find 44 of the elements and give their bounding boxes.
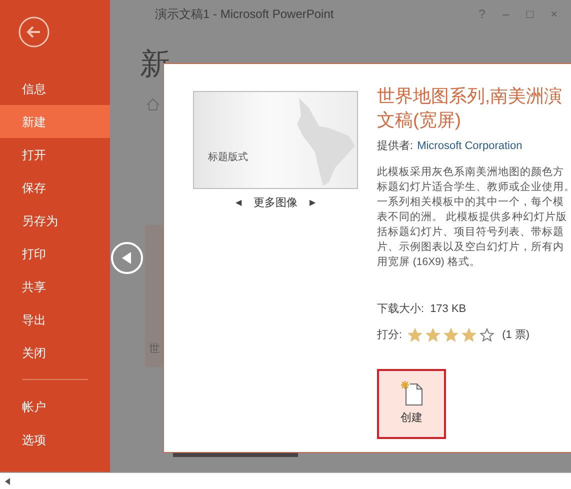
size-value: 173 KB: [430, 302, 466, 316]
sidebar-item[interactable]: 帐户: [0, 390, 110, 423]
description-line: 表不同的洲。 此模板提供多种幻灯片版: [377, 210, 568, 224]
sidebar-item[interactable]: 保存: [0, 171, 110, 204]
filled-star-icon[interactable]: [444, 328, 458, 342]
filled-star-icon[interactable]: [426, 328, 440, 342]
provider-label: 提供者:: [377, 139, 414, 154]
rating-label: 打分:: [377, 328, 402, 343]
previous-image-button[interactable]: ◀: [236, 197, 242, 210]
filled-star-icon[interactable]: [408, 328, 422, 342]
template-title-line: 文稿(宽屏): [377, 109, 462, 132]
sidebar-item[interactable]: 打开: [0, 138, 110, 171]
description-line: 括标题幻灯片、项目符号列表、带标题: [377, 224, 565, 240]
back-icon[interactable]: [18, 16, 50, 48]
sidebar-item[interactable]: 新建: [0, 105, 110, 138]
more-images-label: 更多图像: [254, 196, 298, 211]
description-line: 用宽屏 (16X9) 格式。: [377, 254, 482, 270]
template-title-line: 世界地图系列,南美洲演: [377, 85, 564, 108]
filled-star-icon[interactable]: [462, 328, 476, 342]
left-arrow-icon: [122, 252, 132, 264]
empty-star-icon[interactable]: [480, 328, 494, 342]
sidebar-item[interactable]: 选项: [0, 423, 110, 456]
sidebar-item[interactable]: 打印: [0, 237, 110, 270]
size-label: 下载大小:: [377, 302, 424, 316]
provider-link[interactable]: Microsoft Corporation: [417, 138, 522, 154]
sidebar-item[interactable]: 共享: [0, 270, 110, 303]
sidebar-item[interactable]: 关闭: [0, 336, 110, 369]
new-document-icon: [400, 380, 424, 406]
sidebar-item[interactable]: 导出: [0, 303, 110, 336]
create-button[interactable]: 创建: [377, 368, 446, 438]
sidebar-item[interactable]: 信息: [0, 72, 110, 105]
vote-count: (1 票): [502, 328, 530, 343]
next-image-button[interactable]: ▶: [310, 197, 316, 210]
home-icon[interactable]: [146, 98, 160, 111]
window-title: 演示文稿1 - Microsoft PowerPoint: [155, 6, 334, 23]
description-line: 标题幻灯片适合学生、教师或企业使用。: [377, 180, 571, 194]
scroll-left-icon[interactable]: [5, 478, 10, 484]
previous-button[interactable]: [111, 242, 143, 274]
description-line: 片、示例图表以及空白幻灯片，所有内: [377, 240, 565, 254]
description-line: 一系列相关模板中的其中一个，每个模: [377, 194, 565, 210]
description-line: 此模板采用灰色系南美洲地图的颜色方: [377, 164, 565, 180]
horizontal-scrollbar[interactable]: [0, 472, 571, 489]
sidebar-item[interactable]: 另存为: [0, 204, 110, 237]
slide-title: 标题版式: [208, 150, 248, 165]
